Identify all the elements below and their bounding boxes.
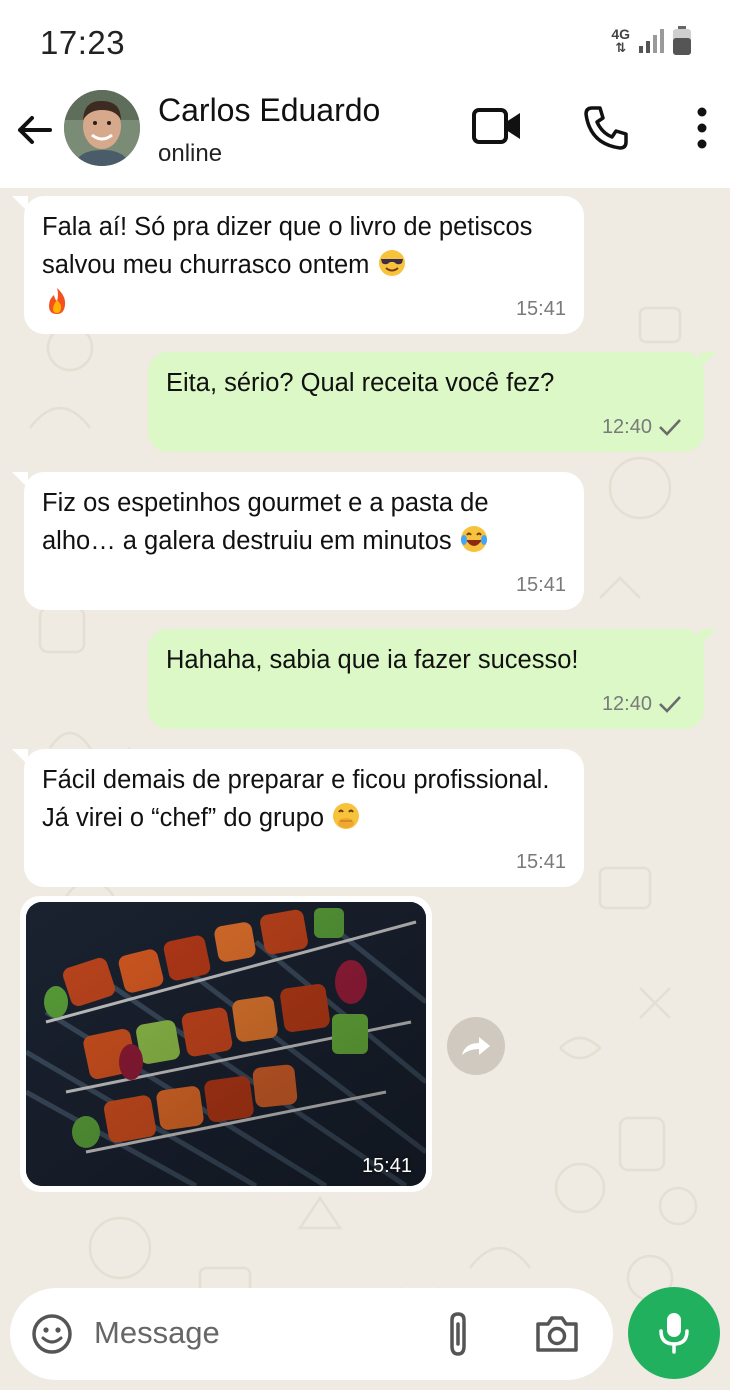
image-message-time: 15:41 <box>361 1155 412 1177</box>
more-vertical-icon[interactable] <box>688 106 716 150</box>
avatar[interactable] <box>64 90 140 166</box>
message-incoming[interactable]: Fiz os espetinhos gourmet e a pasta de a… <box>12 472 584 610</box>
smiling-face-with-sunglasses-icon <box>378 250 405 276</box>
voice-call-icon[interactable] <box>582 104 630 152</box>
battery-icon <box>673 26 691 55</box>
mic-button[interactable] <box>628 1287 720 1379</box>
message-incoming[interactable]: Fala aí! Só pra dizer que o livro de pet… <box>12 196 584 334</box>
message-outgoing[interactable]: Hahaha, sabia que ia fazer sucesso! 12:4… <box>148 629 716 729</box>
sent-check-icon <box>659 696 681 713</box>
video-call-icon[interactable] <box>470 104 524 148</box>
sent-check-icon <box>659 419 681 436</box>
face-with-tears-of-joy-icon <box>460 526 487 552</box>
camera-icon[interactable] <box>534 1312 580 1356</box>
attach-icon[interactable] <box>440 1310 476 1360</box>
back-arrow-icon[interactable] <box>14 110 54 150</box>
status-time: 17:23 <box>40 24 126 61</box>
status-bar: 17:23 4G ⇅ <box>0 0 730 84</box>
skewers-photo[interactable]: 15:41 <box>26 902 426 1186</box>
message-text: Fácil demais de preparar e ficou profiss… <box>42 766 557 832</box>
message-time: 15:41 <box>515 574 566 596</box>
face-with-hand-over-mouth-icon <box>333 803 360 829</box>
network-4g-icon: 4G ⇅ <box>611 26 630 55</box>
fire-icon <box>49 288 66 314</box>
status-icons: 4G ⇅ <box>611 26 692 56</box>
mic-icon <box>659 1313 689 1354</box>
message-text: Eita, sério? Qual receita você fez? <box>166 369 555 397</box>
message-meta: 12:40 <box>602 408 682 446</box>
message-text: Hahaha, sabia que ia fazer sucesso! <box>166 646 579 674</box>
message-time: 12:40 <box>601 416 652 438</box>
message-time: 12:40 <box>601 693 652 715</box>
message-text: Fiz os espetinhos gourmet e a pasta de a… <box>42 489 496 555</box>
message-incoming[interactable]: Fácil demais de preparar e ficou profiss… <box>12 749 584 887</box>
chat-header: Carlos Eduardo online <box>0 84 730 188</box>
image-message[interactable]: 15:41 <box>20 896 432 1192</box>
forward-icon <box>462 1037 490 1055</box>
message-time: 15:41 <box>515 851 566 873</box>
contact-status: online <box>158 140 223 167</box>
contact-name[interactable]: Carlos Eduardo <box>158 92 380 129</box>
chat-area[interactable]: Fala aí! Só pra dizer que o livro de pet… <box>0 188 730 1390</box>
message-input[interactable] <box>94 1310 414 1356</box>
message-composer <box>10 1288 613 1380</box>
message-outgoing[interactable]: Eita, sério? Qual receita você fez? 12:4… <box>148 352 716 452</box>
message-text: Fala aí! Só pra dizer que o livro de pet… <box>42 208 560 322</box>
emoji-icon[interactable] <box>30 1312 74 1356</box>
signal-icon <box>639 29 664 53</box>
forward-button[interactable] <box>447 1017 505 1075</box>
message-time: 15:41 <box>515 298 566 320</box>
message-meta: 12:40 <box>602 685 682 723</box>
